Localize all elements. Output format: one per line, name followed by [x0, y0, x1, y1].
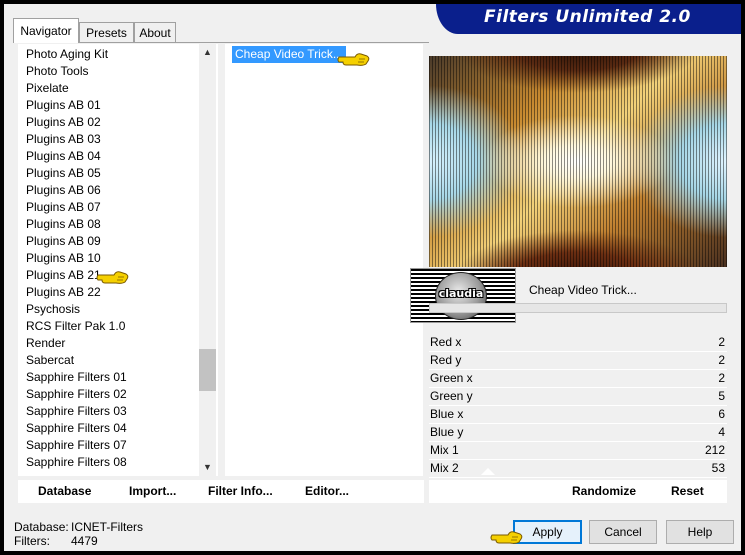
import-button[interactable]: Import...	[129, 484, 176, 498]
filter-info-button[interactable]: Filter Info...	[208, 484, 273, 498]
param-label: Mix 2	[430, 461, 459, 475]
param-value[interactable]: 53	[712, 461, 725, 475]
preview-image	[429, 56, 727, 267]
param-row[interactable]: Green y 5	[429, 387, 727, 406]
param-value[interactable]: 2	[718, 353, 725, 367]
category-item[interactable]: Sapphire Filters 02	[26, 386, 127, 403]
reset-button[interactable]: Reset	[671, 484, 704, 498]
param-label: Red y	[430, 353, 462, 367]
category-item[interactable]: Render	[26, 335, 65, 352]
filters-count: 4479	[71, 534, 98, 548]
category-list[interactable]: Photo Aging Kit Photo Tools Pixelate Plu…	[18, 44, 218, 476]
category-item[interactable]: Plugins AB 02	[26, 114, 101, 131]
category-item[interactable]: Photo Tools	[26, 63, 89, 80]
cancel-button[interactable]: Cancel	[589, 520, 657, 544]
category-item[interactable]: Sabercat	[26, 352, 74, 369]
param-value[interactable]: 6	[718, 407, 725, 421]
param-label: Green y	[430, 389, 473, 403]
logo-text: claudia	[438, 287, 484, 300]
current-filter-name: Cheap Video Trick...	[529, 283, 637, 297]
category-item-selected[interactable]: Plugins AB 21	[26, 267, 101, 284]
scroll-thumb[interactable]	[199, 349, 216, 391]
randomize-button[interactable]: Randomize	[572, 484, 636, 498]
category-item[interactable]: Plugins AB 22	[26, 284, 101, 301]
category-item[interactable]: Pixelate	[26, 80, 69, 97]
parameter-toolbar: Randomize Reset	[429, 480, 727, 503]
param-row[interactable]: Blue y 4	[429, 423, 727, 442]
window-title: Filters Unlimited 2.0	[484, 7, 691, 27]
scroll-up-icon[interactable]: ▲	[199, 44, 216, 61]
tab-about[interactable]: About	[134, 22, 176, 42]
pointing-hand-icon	[337, 53, 370, 66]
param-value[interactable]: 2	[718, 335, 725, 349]
database-value: ICNET-Filters	[71, 520, 143, 534]
tab-presets[interactable]: Presets	[79, 22, 134, 42]
editor-button[interactable]: Editor...	[305, 484, 349, 498]
category-item[interactable]: Sapphire Filters 03	[26, 403, 127, 420]
category-item[interactable]: Plugins AB 08	[26, 216, 101, 233]
database-toolbar: Database Import... Filter Info... Editor…	[18, 480, 424, 503]
category-item[interactable]: Sapphire Filters 08	[26, 454, 127, 471]
filter-item-selected[interactable]: Cheap Video Trick...	[232, 46, 346, 63]
param-value[interactable]: 212	[705, 443, 725, 457]
scroll-down-icon[interactable]: ▼	[199, 459, 216, 476]
param-row[interactable]: Red y 2	[429, 351, 727, 370]
param-row[interactable]: Mix 1 212	[429, 441, 727, 460]
param-row[interactable]: Red x 2	[429, 333, 727, 352]
param-row[interactable]: Blue x 6	[429, 405, 727, 424]
category-item[interactable]: Plugins AB 09	[26, 233, 101, 250]
param-value[interactable]: 5	[718, 389, 725, 403]
help-button[interactable]: Help	[666, 520, 734, 544]
filters-unlimited-dialog: Filters Unlimited 2.0 Navigator Presets …	[4, 4, 741, 551]
database-button[interactable]: Database	[38, 484, 91, 498]
category-item[interactable]: Plugins AB 06	[26, 182, 101, 199]
param-row[interactable]: Green x 2	[429, 369, 727, 388]
param-label: Blue x	[430, 407, 464, 421]
category-item[interactable]: Plugins AB 10	[26, 250, 101, 267]
param-value[interactable]: 2	[718, 371, 725, 385]
category-item[interactable]: Sapphire Filters 01	[26, 369, 127, 386]
filter-list[interactable]: Cheap Video Trick...	[225, 44, 423, 476]
tab-navigator[interactable]: Navigator	[13, 18, 79, 43]
category-item[interactable]: Plugins AB 01	[26, 97, 101, 114]
param-label: Mix 1	[430, 443, 459, 457]
logo: claudia	[410, 268, 516, 323]
database-label: Database:	[14, 520, 69, 534]
slider-caret-icon[interactable]	[481, 468, 495, 475]
category-item[interactable]: Sapphire Filters 04	[26, 420, 127, 437]
category-item[interactable]: Psychosis	[26, 301, 80, 318]
category-item[interactable]: Sapphire Filters 07	[26, 437, 127, 454]
category-item[interactable]: RCS Filter Pak 1.0	[26, 318, 125, 335]
param-row[interactable]: Mix 2 53	[429, 459, 727, 478]
category-item[interactable]: Photo Aging Kit	[26, 46, 108, 63]
param-label: Green x	[430, 371, 473, 385]
category-item[interactable]: Plugins AB 07	[26, 199, 101, 216]
category-item[interactable]: Plugins AB 04	[26, 148, 101, 165]
param-label: Blue y	[430, 425, 464, 439]
filter-progress-bar	[429, 303, 727, 313]
category-scrollbar[interactable]: ▲ ▼	[199, 44, 216, 476]
pointing-hand-icon	[490, 531, 523, 544]
category-item[interactable]: Plugins AB 03	[26, 131, 101, 148]
pointing-hand-icon	[96, 271, 129, 284]
param-value[interactable]: 4	[718, 425, 725, 439]
category-item[interactable]: Plugins AB 05	[26, 165, 101, 182]
param-label: Red x	[430, 335, 462, 349]
filters-label: Filters:	[14, 534, 50, 548]
